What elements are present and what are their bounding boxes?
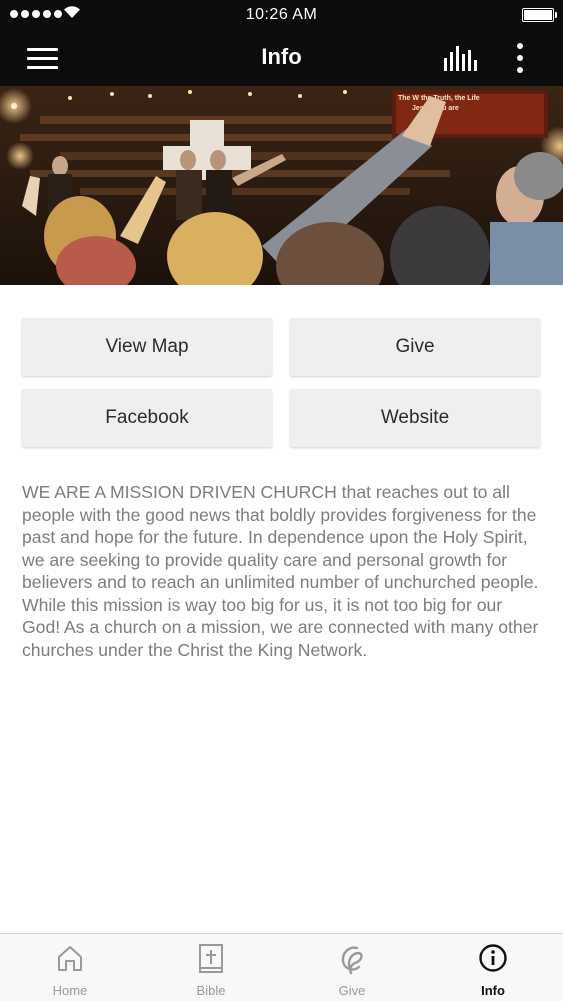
nav-bar: Info: [0, 30, 563, 86]
tab-home[interactable]: Home: [30, 934, 110, 1001]
tab-bar: Home Bible Give Info: [0, 933, 563, 1001]
audio-bars-icon: [444, 46, 477, 71]
tab-info[interactable]: Info: [453, 934, 533, 1001]
status-bar: 10:26 AM: [0, 0, 563, 30]
tab-bible[interactable]: Bible: [171, 934, 251, 1001]
bible-icon: [199, 944, 223, 973]
give-button[interactable]: Give: [290, 318, 540, 376]
status-time: 10:26 AM: [245, 6, 318, 23]
more-vertical-icon: [517, 43, 523, 49]
tab-info-label: Info: [481, 983, 505, 998]
hero-image: The W the Truth, the Life Jesus You are: [0, 86, 563, 285]
tab-bible-label: Bible: [196, 983, 226, 998]
give-icon: [341, 946, 363, 975]
facebook-button[interactable]: Facebook: [22, 389, 272, 447]
tab-give[interactable]: Give: [312, 934, 392, 1001]
info-icon: [479, 944, 507, 972]
tab-home-label: Home: [52, 983, 88, 998]
battery-icon: [522, 8, 557, 22]
website-button[interactable]: Website: [290, 389, 540, 447]
more-options-button[interactable]: [510, 42, 530, 74]
church-description: WE ARE A MISSION DRIVEN CHURCH that reac…: [22, 482, 539, 660]
home-icon: [58, 946, 82, 971]
page-title: Info: [261, 44, 302, 69]
audio-button[interactable]: [443, 46, 477, 72]
view-map-button[interactable]: View Map: [22, 318, 272, 376]
tab-give-label: Give: [338, 983, 366, 998]
